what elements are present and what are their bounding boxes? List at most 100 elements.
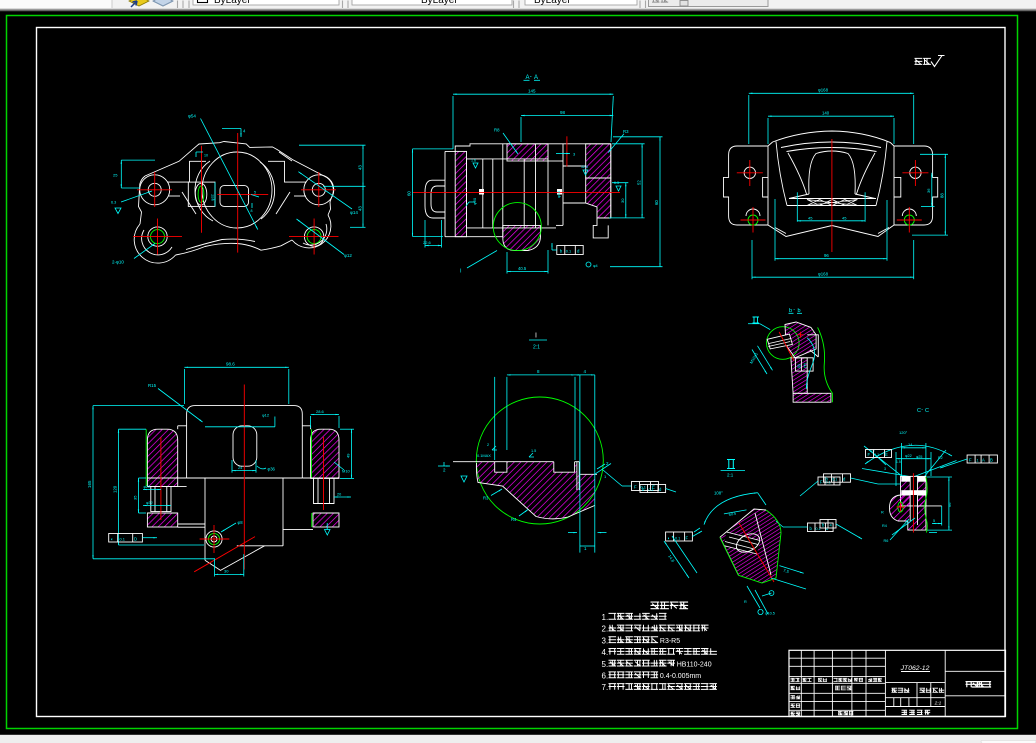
- svg-text:R: R: [881, 511, 884, 515]
- svg-text:R4: R4: [511, 517, 517, 522]
- svg-text:12.5: 12.5: [581, 165, 588, 169]
- svg-text:5.: 5.: [602, 660, 609, 669]
- svg-text:1.6: 1.6: [471, 159, 476, 163]
- svg-text:45: 45: [808, 215, 813, 220]
- svg-text:F: F: [686, 535, 689, 540]
- svg-text:A: A: [982, 458, 985, 463]
- svg-text:F: F: [868, 452, 871, 457]
- svg-text:φ12: φ12: [262, 413, 270, 418]
- svg-text:φ168: φ168: [818, 88, 829, 93]
- svg-text:3.: 3.: [602, 636, 609, 645]
- svg-text:3: 3: [884, 467, 886, 471]
- svg-text:2-φ10: 2-φ10: [112, 260, 124, 265]
- svg-text:JT062-12: JT062-12: [900, 665, 930, 672]
- svg-text:6.: 6.: [602, 672, 609, 681]
- svg-text:40.5: 40.5: [518, 266, 527, 271]
- svg-text:165: 165: [87, 480, 92, 488]
- svg-text:F: F: [969, 458, 972, 463]
- svg-text:6.3: 6.3: [111, 201, 116, 205]
- svg-text:φ22: φ22: [144, 485, 151, 489]
- svg-text:R3-R5: R3-R5: [660, 638, 680, 645]
- svg-text:4.: 4.: [602, 648, 609, 657]
- svg-text:1.5: 1.5: [896, 460, 901, 464]
- svg-text:120: 120: [113, 485, 118, 493]
- svg-text:108°: 108°: [714, 491, 723, 496]
- svg-text:R15: R15: [148, 383, 157, 388]
- svg-text:φ8: φ8: [238, 520, 244, 525]
- svg-text:66: 66: [947, 502, 952, 507]
- svg-text:5: 5: [933, 519, 935, 523]
- svg-text:98: 98: [560, 110, 566, 115]
- svg-text:◎: ◎: [797, 364, 802, 370]
- svg-text:F: F: [820, 480, 823, 485]
- svg-text:R4: R4: [882, 524, 887, 528]
- svg-text:φ32: φ32: [211, 194, 215, 201]
- svg-text:-: -: [793, 307, 795, 313]
- svg-text:22.6: 22.6: [423, 240, 432, 245]
- svg-text:36: 36: [926, 188, 931, 193]
- svg-text:-: -: [530, 74, 532, 80]
- svg-text:0.4-0.005mm: 0.4-0.005mm: [660, 673, 701, 680]
- svg-text:2:1: 2:1: [533, 345, 540, 351]
- svg-text:145: 145: [528, 89, 536, 94]
- svg-text:φ36: φ36: [268, 467, 276, 472]
- svg-text:φ10.5: φ10.5: [765, 612, 775, 616]
- svg-text:35: 35: [133, 495, 138, 500]
- svg-text:60: 60: [407, 191, 412, 196]
- svg-text:98.6: 98.6: [226, 362, 235, 367]
- svg-text:25: 25: [113, 173, 118, 178]
- svg-text:5: 5: [254, 191, 256, 195]
- svg-text:60: 60: [654, 200, 659, 205]
- svg-text:43: 43: [358, 206, 363, 211]
- svg-text:R3: R3: [483, 496, 489, 501]
- svg-text:6.3: 6.3: [614, 181, 619, 185]
- svg-text:◐: ◐: [668, 535, 671, 540]
- svg-text:E: E: [885, 452, 888, 457]
- svg-text:45: 45: [842, 215, 847, 220]
- svg-text:0.1: 0.1: [120, 536, 125, 541]
- svg-text:8: 8: [251, 209, 253, 213]
- svg-text:HB110-240: HB110-240: [677, 661, 712, 668]
- svg-text:φ32: φ32: [146, 501, 153, 505]
- svg-text:0.1: 0.1: [832, 478, 837, 482]
- svg-text:1.5: 1.5: [531, 449, 536, 453]
- svg-text:2.: 2.: [602, 625, 609, 634]
- svg-text:30: 30: [620, 198, 625, 203]
- svg-text:φ12: φ12: [344, 253, 352, 258]
- svg-text:R8: R8: [494, 128, 500, 133]
- svg-text:◐: ◐: [111, 536, 114, 541]
- svg-text:R2: R2: [938, 456, 943, 460]
- svg-text:0.1: 0.1: [675, 536, 680, 540]
- svg-text:7.: 7.: [602, 683, 609, 692]
- svg-text:D: D: [134, 536, 137, 541]
- svg-text:120°: 120°: [899, 430, 908, 435]
- svg-text:ByLayer: ByLayer: [534, 0, 571, 6]
- svg-text:F: F: [634, 485, 637, 490]
- svg-text:R: R: [744, 600, 747, 604]
- svg-text:43: 43: [358, 165, 363, 170]
- svg-text:49: 49: [346, 453, 351, 458]
- svg-text:24: 24: [238, 466, 242, 470]
- svg-text:0.1MAX: 0.1MAX: [477, 453, 491, 458]
- svg-text:28.6: 28.6: [316, 409, 325, 414]
- svg-text:φ54: φ54: [188, 114, 196, 119]
- svg-text:14: 14: [908, 442, 913, 447]
- svg-text:10: 10: [204, 154, 208, 158]
- svg-text:52: 52: [636, 180, 641, 185]
- svg-text:C: C: [925, 408, 929, 414]
- svg-text:1.: 1.: [602, 613, 609, 622]
- svg-text:-: -: [921, 407, 923, 413]
- svg-text:88: 88: [940, 193, 945, 198]
- svg-text:φ60: φ60: [472, 197, 477, 205]
- svg-text:30: 30: [224, 569, 229, 574]
- svg-text:.1: .1: [976, 459, 979, 463]
- svg-text:R6: R6: [884, 539, 889, 543]
- svg-text:ByLayer: ByLayer: [214, 0, 251, 6]
- svg-text:140: 140: [822, 111, 830, 116]
- svg-text:R3: R3: [623, 129, 629, 134]
- svg-text:0.1: 0.1: [566, 249, 571, 254]
- svg-text:ByLayer: ByLayer: [421, 0, 458, 6]
- svg-text:0.1: 0.1: [649, 488, 654, 492]
- svg-text:2:1: 2:1: [934, 701, 942, 707]
- svg-text:0.1: 0.1: [874, 453, 879, 457]
